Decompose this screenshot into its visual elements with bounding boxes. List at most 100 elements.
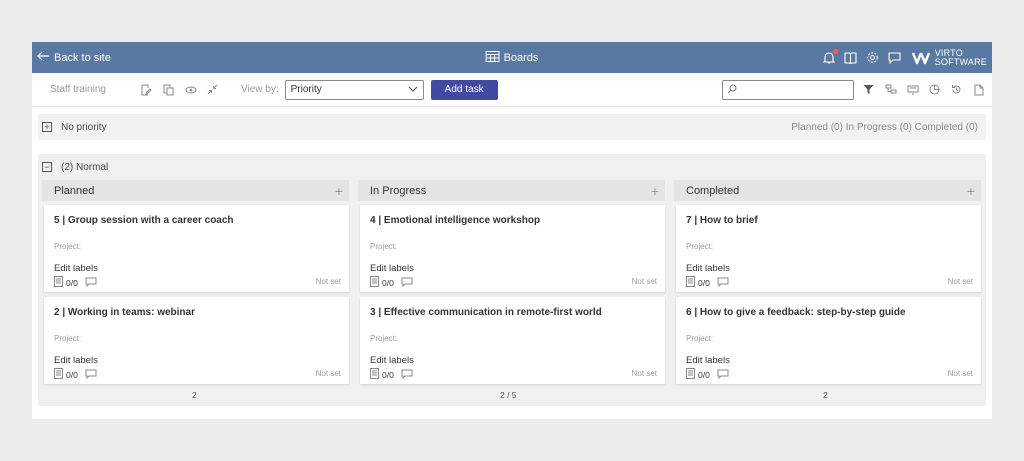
checklist-icon	[686, 368, 695, 381]
column-title: Planned	[54, 184, 95, 197]
filter-icon[interactable]	[862, 83, 875, 96]
collapse-group-icon[interactable]: −	[42, 162, 52, 172]
task-card[interactable]: 5 | Group session with a career coach Pr…	[44, 205, 349, 292]
column-title: Completed	[686, 184, 740, 197]
comment-icon[interactable]	[85, 277, 97, 289]
history-icon[interactable]	[950, 83, 963, 96]
hierarchy-icon[interactable]	[884, 83, 897, 96]
checklist-icon	[54, 368, 63, 381]
edit-labels-link[interactable]: Edit labels	[54, 263, 98, 274]
virto-logo: VIRTO SOFTWARE	[911, 48, 987, 67]
group-label: (2) Normal	[61, 161, 109, 173]
collapse-icon[interactable]	[206, 83, 219, 96]
pdf-export-icon[interactable]	[972, 83, 985, 96]
column-header-planned: Planned +	[42, 180, 349, 201]
boards-title[interactable]: Boards	[485, 50, 539, 65]
task-card[interactable]: 2 | Working in teams: webinar Project: E…	[44, 297, 349, 384]
group-label: No priority	[61, 121, 107, 133]
checklist-count: 0/0	[698, 277, 710, 288]
due-date[interactable]: Not set	[632, 369, 657, 378]
group-no-priority[interactable]: + No priority Planned (0) In Progress (0…	[38, 114, 986, 140]
card-title[interactable]: 6 | How to give a feedback: step-by-step…	[686, 307, 906, 318]
view-by-select[interactable]: Priority	[284, 79, 424, 100]
due-date[interactable]: Not set	[632, 277, 657, 286]
arrow-left-icon	[37, 51, 50, 64]
checklist-icon	[370, 368, 379, 381]
due-date[interactable]: Not set	[316, 369, 341, 378]
add-card-icon[interactable]: +	[967, 183, 975, 199]
toolbar-actions	[140, 83, 219, 96]
column-title: In Progress	[370, 184, 427, 197]
virto-logo-mark	[911, 52, 930, 64]
back-to-site-link[interactable]: Back to site	[37, 51, 111, 64]
view-by-value: Priority	[290, 84, 322, 95]
card-title[interactable]: 5 | Group session with a career coach	[54, 215, 234, 226]
due-date[interactable]: Not set	[948, 369, 973, 378]
expand-icon[interactable]: +	[42, 122, 52, 132]
card-project: Project:	[370, 334, 398, 343]
view-by-label: View by:	[241, 84, 279, 95]
chevron-down-icon	[408, 84, 418, 95]
card-meta: 0/0	[686, 276, 729, 289]
task-card[interactable]: 7 | How to brief Project: Edit labels 0/…	[676, 205, 981, 292]
add-card-icon[interactable]: +	[335, 183, 343, 199]
card-meta: 0/0	[370, 368, 413, 381]
edit-labels-link[interactable]: Edit labels	[370, 355, 414, 366]
top-bar: Back to site Boards VIRTO SOFTWARE	[32, 42, 992, 73]
add-task-button[interactable]: Add task	[430, 79, 498, 100]
card-project: Project:	[54, 242, 82, 251]
right-toolbar-icons	[862, 83, 985, 96]
comment-icon[interactable]	[85, 369, 97, 381]
task-card[interactable]: 6 | How to give a feedback: step-by-step…	[676, 297, 981, 384]
search-icon	[727, 84, 737, 97]
boards-label: Boards	[503, 51, 539, 64]
card-title[interactable]: 4 | Emotional intelligence workshop	[370, 215, 540, 226]
pie-chart-icon[interactable]	[928, 83, 941, 96]
checklist-icon	[370, 276, 379, 289]
boards-icon	[485, 50, 500, 65]
column-header-completed: Completed +	[674, 180, 981, 201]
book-icon[interactable]	[844, 51, 858, 65]
gear-icon[interactable]	[866, 51, 880, 65]
card-title[interactable]: 7 | How to brief	[686, 215, 758, 226]
edit-icon[interactable]	[140, 83, 153, 96]
edit-labels-link[interactable]: Edit labels	[370, 263, 414, 274]
search-input[interactable]	[722, 80, 854, 100]
view-icon[interactable]	[184, 83, 197, 96]
task-card[interactable]: 3 | Effective communication in remote-fi…	[360, 297, 665, 384]
add-card-icon[interactable]: +	[651, 183, 659, 199]
edit-labels-link[interactable]: Edit labels	[686, 355, 730, 366]
due-date[interactable]: Not set	[316, 277, 341, 286]
task-card[interactable]: 4 | Emotional intelligence workshop Proj…	[360, 205, 665, 292]
notification-dot	[832, 48, 838, 54]
card-title[interactable]: 2 | Working in teams: webinar	[54, 307, 195, 318]
chat-icon[interactable]	[888, 51, 902, 65]
column-header-in-progress: In Progress +	[358, 180, 665, 201]
card-project: Project:	[686, 334, 714, 343]
bell-icon[interactable]	[822, 48, 838, 65]
card-title[interactable]: 3 | Effective communication in remote-fi…	[370, 307, 602, 318]
board-name: Staff training	[50, 84, 106, 95]
toolbar: Staff training View by: Priority Add tas…	[32, 73, 992, 107]
comment-icon[interactable]	[717, 277, 729, 289]
group-normal-header[interactable]: − (2) Normal	[38, 154, 986, 180]
comment-icon[interactable]	[717, 369, 729, 381]
edit-labels-link[interactable]: Edit labels	[686, 263, 730, 274]
due-date[interactable]: Not set	[948, 277, 973, 286]
column-count-planned: 2	[192, 390, 197, 400]
checklist-icon	[54, 276, 63, 289]
checklist-count: 0/0	[382, 277, 394, 288]
checklist-count: 0/0	[698, 369, 710, 380]
kanban-app: Back to site Boards VIRTO SOFTWARE Staff…	[32, 42, 992, 419]
card-project: Project:	[686, 242, 714, 251]
copy-icon[interactable]	[162, 83, 175, 96]
card-meta: 0/0	[686, 368, 729, 381]
card-icon[interactable]	[906, 83, 919, 96]
card-project: Project:	[54, 334, 82, 343]
comment-icon[interactable]	[401, 277, 413, 289]
card-project: Project:	[370, 242, 398, 251]
comment-icon[interactable]	[401, 369, 413, 381]
checklist-count: 0/0	[66, 277, 78, 288]
column-count-in-progress: 2 / 5	[500, 390, 517, 400]
edit-labels-link[interactable]: Edit labels	[54, 355, 98, 366]
